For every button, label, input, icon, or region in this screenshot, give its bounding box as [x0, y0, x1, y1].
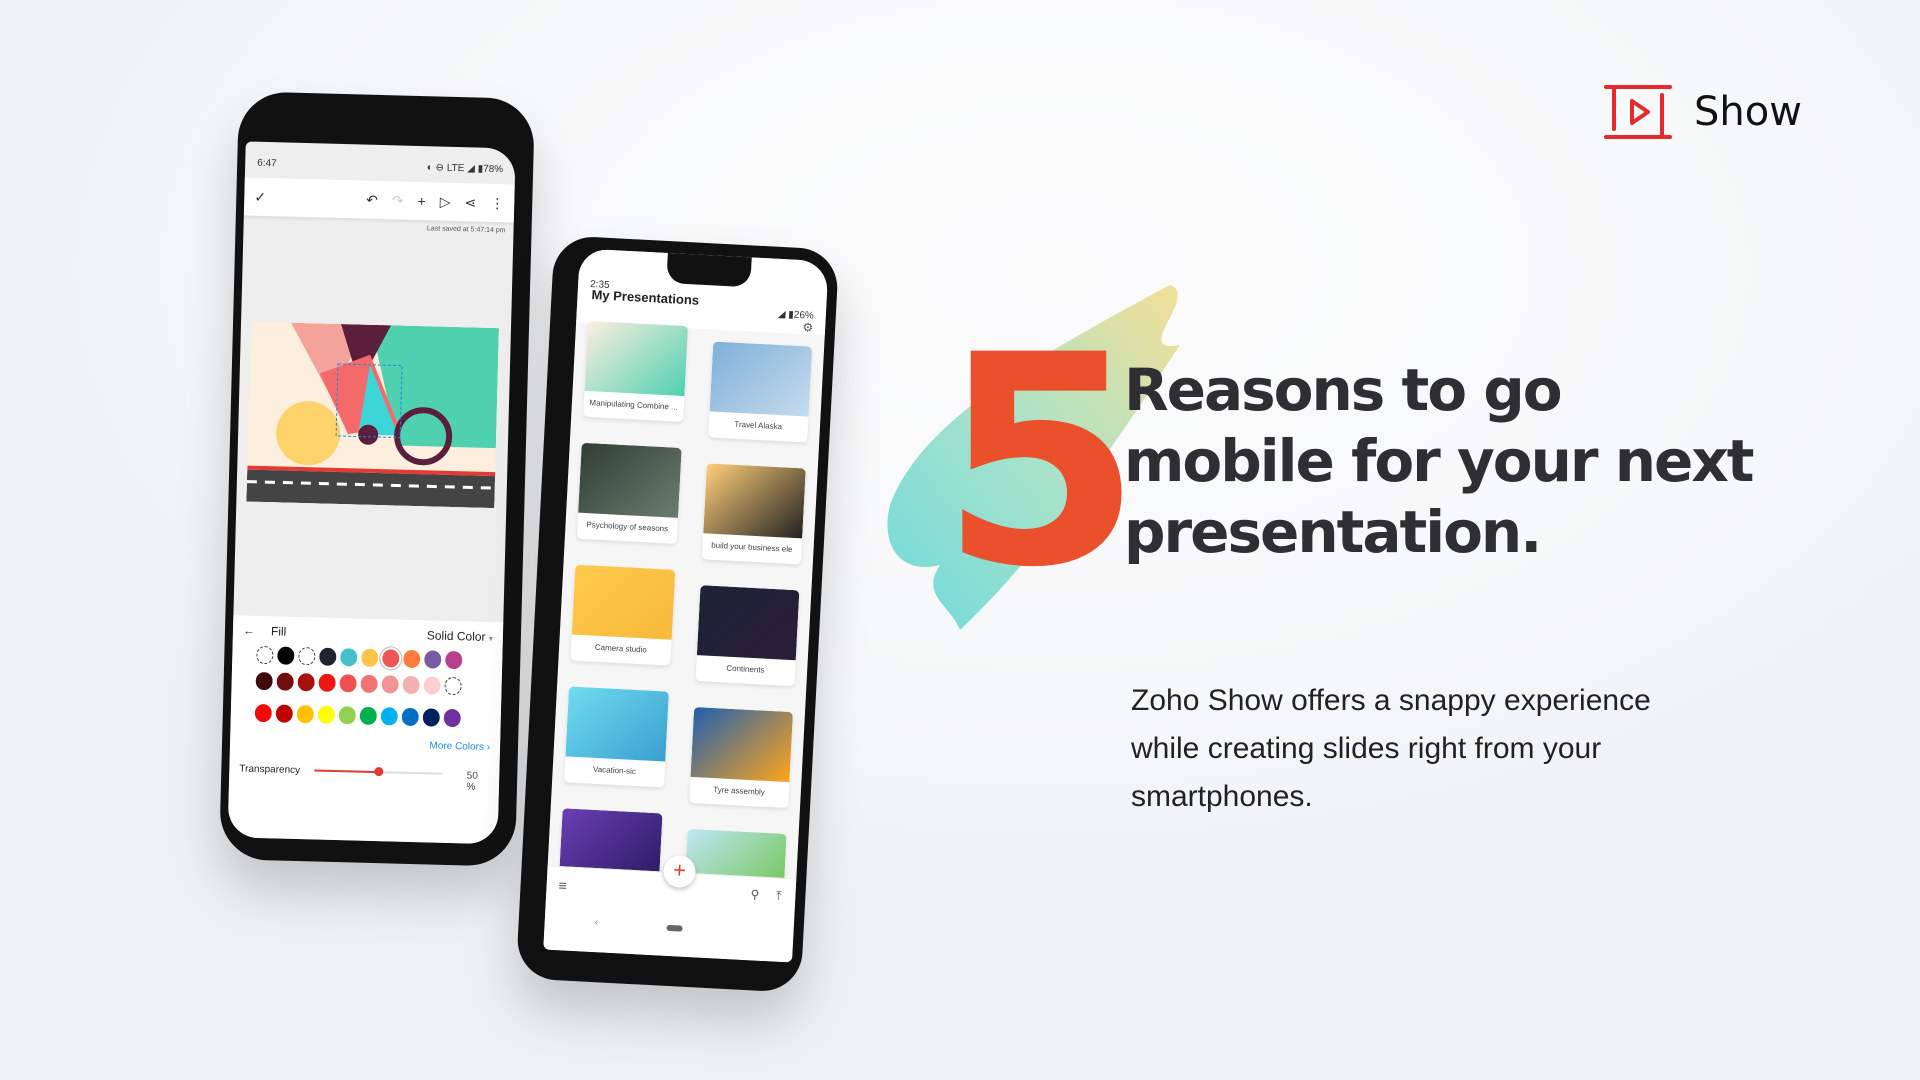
color-swatch[interactable] [403, 649, 421, 669]
color-swatch[interactable] [254, 703, 273, 723]
color-swatch[interactable] [297, 672, 315, 692]
status-icons: ◐ ⊖ LTE ◢ ▮78% [426, 161, 504, 175]
color-swatch[interactable] [422, 708, 441, 727]
swatch-row [256, 645, 492, 670]
color-swatch[interactable] [382, 649, 400, 668]
status-icons: ◢ ▮26% [777, 308, 815, 322]
color-swatch[interactable] [360, 674, 378, 694]
color-swatch[interactable] [423, 676, 441, 695]
presentation-card[interactable]: Vacation-sic [564, 686, 669, 788]
play-icon[interactable]: ▷ [440, 193, 451, 210]
presentation-thumbnail [709, 341, 813, 417]
presentation-card[interactable]: Continents [695, 585, 800, 687]
headline-line: Reasons to go [1124, 356, 1563, 424]
color-swatch[interactable] [424, 650, 442, 669]
color-swatch[interactable] [276, 672, 294, 691]
presentations-grid: Manipulating Combine ... Travel Alaska Psy… [545, 314, 826, 936]
color-swatch[interactable] [318, 673, 336, 692]
status-time: 2:35 [589, 278, 610, 291]
slide-canvas[interactable] [246, 321, 499, 509]
redo-icon[interactable]: ↷ [392, 192, 404, 209]
status-time: 6:47 [257, 157, 277, 169]
swatch-row [255, 671, 491, 696]
show-logo-icon [1604, 85, 1672, 139]
color-swatch[interactable] [401, 707, 420, 727]
presentation-card[interactable]: Tyre assembly [688, 706, 794, 809]
back-arrow-icon[interactable]: ← [243, 624, 255, 638]
color-swatch[interactable] [277, 646, 295, 665]
presentation-card[interactable]: Camera studio [570, 564, 675, 666]
color-swatch[interactable] [443, 708, 462, 728]
color-swatch[interactable] [298, 647, 316, 666]
search-icon[interactable]: ⚲ [750, 887, 760, 901]
color-swatch[interactable] [338, 706, 357, 725]
color-swatch[interactable] [275, 704, 294, 723]
bicycle-illustration [246, 322, 499, 509]
color-swatch[interactable] [339, 674, 357, 693]
swatch-row [254, 703, 491, 728]
hero-description: Zoho Show offers a snappy experience whi… [1131, 684, 1651, 813]
brand-logo: Show [1604, 84, 1802, 140]
more-icon[interactable]: ⋮ [490, 194, 504, 211]
presentation-card[interactable]: Psychology of seasons [576, 442, 682, 544]
presentation-card[interactable]: build your business ele [701, 463, 806, 565]
menu-icon[interactable]: ≡ [558, 877, 567, 893]
presentation-card[interactable]: Travel Alaska [707, 341, 813, 443]
presentation-thumbnail [696, 585, 800, 661]
undo-icon[interactable]: ↶ [366, 191, 378, 208]
color-swatch[interactable] [361, 648, 379, 668]
presentation-thumbnail [702, 463, 806, 539]
fill-type-dropdown[interactable]: Solid Color ▾ [427, 628, 493, 644]
color-swatch[interactable] [359, 706, 378, 726]
headline-line: presentation. [1124, 498, 1542, 566]
color-swatch[interactable] [296, 704, 315, 724]
color-swatch[interactable] [340, 648, 358, 667]
color-swatch[interactable] [317, 705, 336, 724]
presentation-thumbnail [578, 442, 682, 518]
fill-panel: ← Fill Solid Color ▾ More Colors › Trans… [227, 615, 504, 845]
presentation-thumbnail [584, 320, 688, 397]
color-swatch[interactable] [319, 647, 337, 666]
color-swatch[interactable] [255, 671, 273, 691]
transparency-label: Transparency [239, 762, 301, 776]
phone-editor: 6:47 ◐ ⊖ LTE ◢ ▮78% ✓ ↶ ↷ + ▷ ⋖ ⋮ Last s… [218, 91, 536, 867]
brand-name: Show [1694, 89, 1802, 135]
share-icon[interactable]: ⋖ [464, 194, 476, 211]
hero-headline: Reasons to go mobile for your next prese… [1124, 355, 1754, 568]
hero-number: 5 [940, 294, 1142, 631]
color-swatch[interactable] [445, 650, 463, 670]
fill-label: Fill [270, 624, 287, 639]
color-swatch[interactable] [256, 645, 274, 665]
nav-back-icon[interactable]: ‹ [594, 917, 598, 928]
color-swatch[interactable] [402, 675, 420, 695]
bottom-bar: ≡ + ⚲ ⤒ ‹ [543, 854, 797, 963]
nav-home-button[interactable] [666, 924, 683, 932]
transparency-slider[interactable] [314, 767, 443, 777]
more-colors-link[interactable]: More Colors › [240, 736, 490, 753]
color-swatch[interactable] [381, 675, 399, 694]
presentation-thumbnail [565, 686, 669, 762]
presentation-thumbnail [571, 564, 675, 640]
plus-icon[interactable]: + [417, 193, 426, 209]
color-swatch[interactable] [380, 707, 399, 726]
headline-line: mobile for your next [1124, 427, 1754, 495]
add-presentation-button[interactable]: + [662, 854, 697, 889]
presentation-card[interactable]: Manipulating Combine ... [583, 320, 688, 423]
presentation-thumbnail [689, 706, 794, 783]
editor-screen: 6:47 ◐ ⊖ LTE ◢ ▮78% ✓ ↶ ↷ + ▷ ⋖ ⋮ Last s… [227, 141, 516, 845]
color-swatch[interactable] [444, 676, 462, 696]
check-icon[interactable]: ✓ [254, 188, 266, 205]
presentations-screen: 2:35 ◢ ▮26% My Presentations ⚙ Manipulat… [543, 248, 829, 963]
upload-icon[interactable]: ⤒ [776, 889, 782, 904]
transparency-value: 50 % [466, 770, 478, 793]
phone-presentations: 2:35 ◢ ▮26% My Presentations ⚙ Manipulat… [515, 235, 840, 993]
